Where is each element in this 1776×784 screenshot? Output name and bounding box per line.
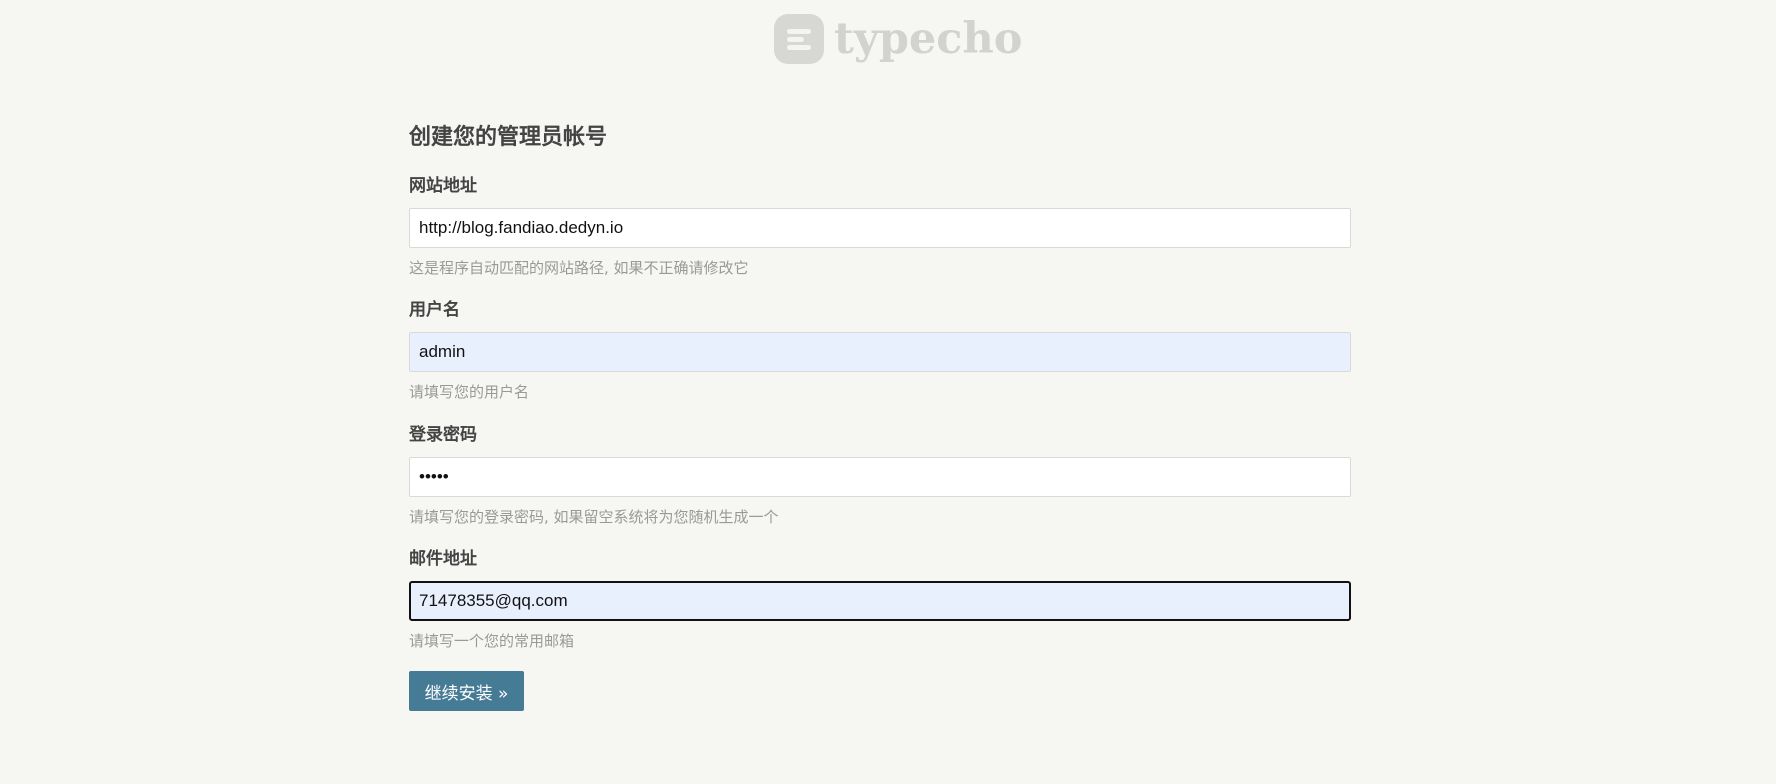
username-description: 请填写您的用户名 (409, 383, 530, 401)
admin-account-form: 创建您的管理员帐号 网站地址 这是程序自动匹配的网站路径, 如果不正确请修改它 … (409, 120, 1351, 711)
form-title: 创建您的管理员帐号 (409, 125, 608, 150)
username-label: 用户名 (409, 300, 460, 320)
site-url-label: 网站地址 (409, 176, 477, 196)
email-label: 邮件地址 (409, 549, 477, 569)
email-input[interactable] (409, 581, 1351, 621)
username-input[interactable] (409, 332, 1351, 372)
email-field: 邮件地址 请填写一个您的常用邮箱 (409, 547, 1351, 650)
continue-install-button[interactable]: 继续安装 » (409, 671, 524, 711)
site-url-field: 网站地址 这是程序自动匹配的网站路径, 如果不正确请修改它 (409, 174, 1351, 277)
password-description: 请填写您的登录密码, 如果留空系统将为您随机生成一个 (409, 508, 779, 526)
username-field: 用户名 请填写您的用户名 (409, 298, 1351, 401)
typecho-logo-icon (774, 14, 824, 64)
password-field: 登录密码 请填写您的登录密码, 如果留空系统将为您随机生成一个 (409, 423, 1351, 526)
site-url-input[interactable] (409, 208, 1351, 248)
logo-text: typecho (834, 13, 1023, 64)
site-url-description: 这是程序自动匹配的网站路径, 如果不正确请修改它 (409, 259, 749, 277)
email-description: 请填写一个您的常用邮箱 (409, 632, 575, 650)
password-input[interactable] (409, 457, 1351, 497)
password-label: 登录密码 (409, 425, 477, 445)
typecho-logo: typecho (774, 13, 1022, 65)
